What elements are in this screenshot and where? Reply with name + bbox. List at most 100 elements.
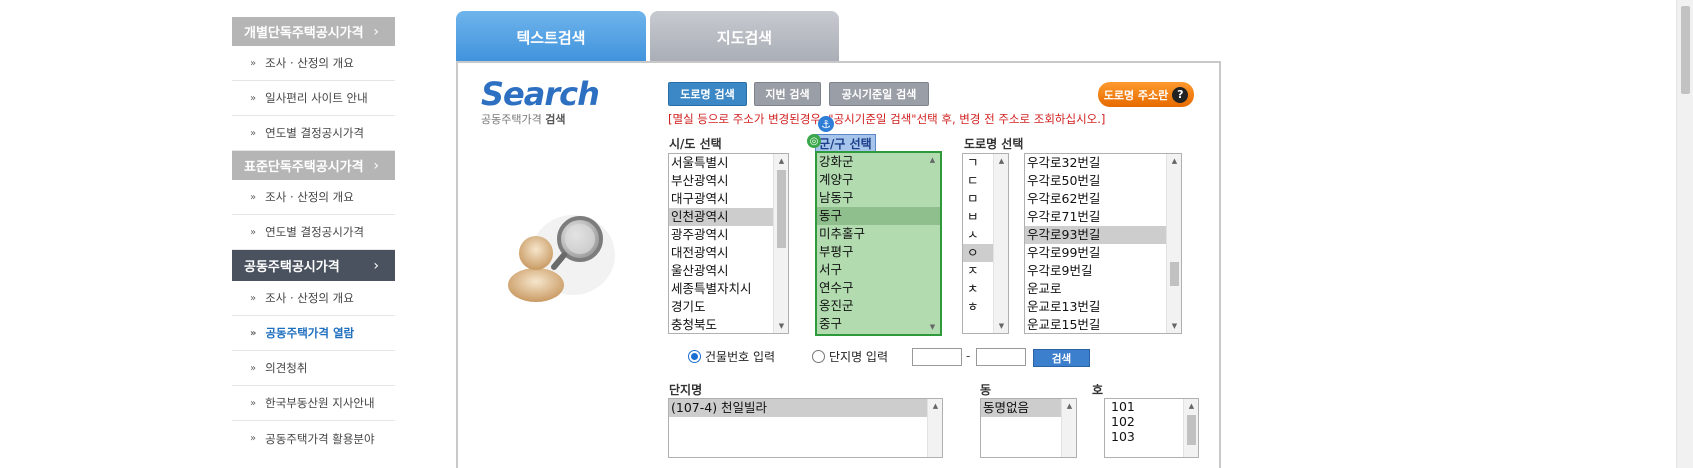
date-search-button[interactable]: 공시기준일 검색 (829, 82, 929, 106)
scroll-up-icon[interactable]: ▲ (774, 154, 788, 168)
sidebar-item-survey-overview[interactable]: » 조사 · 산정의 개요 (232, 281, 395, 316)
scroll-up-icon[interactable]: ▲ (1167, 154, 1181, 168)
scroll-down-icon[interactable]: ▼ (774, 319, 788, 333)
scroll-down-icon[interactable]: ▼ (925, 320, 940, 334)
dong-select[interactable]: 동명없음 ▲ (980, 398, 1077, 458)
bullet-icon: » (250, 57, 257, 69)
sidebar-section-standard-house[interactable]: 표준단독주택공시가격 › (232, 151, 395, 180)
sido-option[interactable]: 세종특별자치시 (669, 280, 788, 298)
sidebar-section-title: 공동주택공시가격 (244, 260, 340, 275)
road-option-selected[interactable]: 우각로93번길 (1025, 226, 1181, 244)
road-option[interactable]: 운교로13번길 (1025, 298, 1181, 316)
sidebar-section-apartment[interactable]: 공동주택공시가격 › (232, 250, 395, 281)
sido-option[interactable]: 대구광역시 (669, 190, 788, 208)
sidebar-item-apartment-price-view[interactable]: » 공동주택가격 열람 (232, 316, 395, 351)
road-select[interactable]: 우각로32번길 우각로50번길 우각로62번길 우각로71번길 우각로93번길 … (1024, 153, 1182, 334)
scroll-up-icon[interactable]: ▲ (1184, 399, 1198, 413)
sido-option[interactable]: 서울특별시 (669, 154, 788, 172)
danji-select[interactable]: (107-4) 천일빌라 ▲ (668, 398, 943, 458)
danji-option-selected[interactable]: (107-4) 천일빌라 (669, 399, 942, 417)
scrollbar[interactable]: ▲ ▼ (925, 153, 940, 334)
search-button[interactable]: 검색 (1033, 349, 1090, 367)
road-address-button[interactable]: 도로명 주소란 ? (1098, 82, 1194, 107)
tab-map-search[interactable]: 지도검색 (650, 11, 839, 63)
gungu-option[interactable]: 옹진군 (817, 297, 940, 315)
scrollbar[interactable]: ▲ ▼ (993, 154, 1008, 333)
brand-title: Search (481, 75, 600, 113)
sidebar-item-label: 의견청취 (265, 361, 308, 375)
sidebar-item-yearly-price[interactable]: » 연도별 결정공시가격 (232, 116, 395, 151)
road-option[interactable]: 우각로9번길 (1025, 262, 1181, 280)
gungu-select[interactable]: 강화군 계양구 남동구 동구 미추홀구 부평구 서구 연수구 옹진군 중구 ▲ … (815, 151, 942, 336)
scroll-up-icon[interactable]: ▲ (994, 154, 1008, 168)
sido-select[interactable]: 서울특별시 부산광역시 대구광역시 인천광역시 광주광역시 대전광역시 울산광역… (668, 153, 789, 334)
sidebar-item-branch-info[interactable]: » 한국부동산원 지사안내 (232, 386, 395, 421)
sido-option[interactable]: 충청북도 (669, 316, 788, 333)
road-option[interactable]: 우각로32번길 (1025, 154, 1181, 172)
sidebar-item-opinion[interactable]: » 의견청취 (232, 351, 395, 386)
scroll-down-icon[interactable]: ▼ (1167, 319, 1181, 333)
scroll-up-icon[interactable]: ▲ (928, 399, 942, 413)
building-sub-no-input[interactable] (976, 348, 1026, 366)
sidebar-item-survey-overview[interactable]: » 조사 · 산정의 개요 (232, 46, 395, 81)
chevron-right-icon: › (373, 23, 379, 40)
sido-option[interactable]: 경기도 (669, 298, 788, 316)
scroll-up-icon[interactable]: ▲ (1062, 399, 1076, 413)
sido-option[interactable]: 광주광역시 (669, 226, 788, 244)
target-icon: ◎ (807, 134, 821, 148)
sido-option[interactable]: 부산광역시 (669, 172, 788, 190)
sido-option[interactable]: 울산광역시 (669, 262, 788, 280)
road-option[interactable]: 운교로 (1025, 280, 1181, 298)
sidebar-item-ilsa-site[interactable]: » 일사편리 사이트 안내 (232, 81, 395, 116)
radio-unchecked[interactable] (812, 350, 825, 363)
gungu-option[interactable]: 연수구 (817, 279, 940, 297)
consonant-select[interactable]: ㄱ ㄷ ㅁ ㅂ ㅅ ㅇ ㅈ ㅊ ㅎ ▲ ▼ (962, 153, 1009, 334)
road-option[interactable]: 우각로71번길 (1025, 208, 1181, 226)
sidebar: 개별단독주택공시가격 › » 조사 · 산정의 개요 » 일사편리 사이트 안내… (232, 0, 395, 456)
complex-name-radio[interactable]: 단지명 입력 (812, 348, 888, 365)
scrollbar[interactable]: ▲ (1061, 399, 1076, 457)
scroll-up-icon[interactable]: ▲ (925, 153, 940, 167)
page-scrollbar[interactable] (1676, 0, 1693, 468)
scrollbar[interactable]: ▲ ▼ (773, 154, 788, 333)
sidebar-item-usage[interactable]: » 공동주택가격 활용분야 (232, 421, 395, 456)
ho-select[interactable]: 101 102 103 ▲ (1104, 398, 1199, 458)
page-scroll-thumb[interactable] (1681, 6, 1690, 94)
scrollbar[interactable]: ▲ (927, 399, 942, 457)
tab-text-search[interactable]: 텍스트검색 (456, 11, 646, 63)
gungu-option-selected[interactable]: 동구 (817, 207, 940, 225)
scroll-down-icon[interactable]: ▼ (994, 319, 1008, 333)
gungu-option[interactable]: 남동구 (817, 189, 940, 207)
help-icon: ? (1172, 86, 1189, 103)
jibun-search-button[interactable]: 지번 검색 (754, 82, 821, 106)
road-option[interactable]: 우각로62번길 (1025, 190, 1181, 208)
scroll-thumb[interactable] (1187, 415, 1196, 445)
radio-checked[interactable] (688, 350, 701, 363)
sidebar-item-survey-overview[interactable]: » 조사 · 산정의 개요 (232, 180, 395, 215)
building-no-radio[interactable]: 건물번호 입력 (688, 348, 775, 365)
scroll-thumb[interactable] (777, 170, 786, 248)
sido-option-selected[interactable]: 인천광역시 (669, 208, 788, 226)
gungu-option[interactable]: 서구 (817, 261, 940, 279)
sidebar-section-individual-house[interactable]: 개별단독주택공시가격 › (232, 17, 395, 46)
gungu-option[interactable]: 중구 (817, 315, 940, 333)
gungu-option[interactable]: 미추홀구 (817, 225, 940, 243)
bullet-icon: » (250, 362, 257, 374)
sido-option[interactable]: 대전광역시 (669, 244, 788, 262)
scroll-thumb[interactable] (1170, 262, 1179, 286)
scrollbar[interactable]: ▲ ▼ (1166, 154, 1181, 333)
road-option[interactable]: 운교로15번길 (1025, 316, 1181, 333)
road-option[interactable]: 우각로99번길 (1025, 244, 1181, 262)
dash-separator: - (966, 349, 971, 363)
sidebar-item-yearly-price[interactable]: » 연도별 결정공시가격 (232, 215, 395, 250)
building-main-no-input[interactable] (912, 348, 962, 366)
scrollbar[interactable]: ▲ (1183, 399, 1198, 457)
sidebar-item-label: 조사 · 산정의 개요 (265, 190, 354, 204)
road-search-button[interactable]: 도로명 검색 (668, 82, 747, 106)
road-option[interactable]: 우각로50번길 (1025, 172, 1181, 190)
sidebar-item-label: 일사편리 사이트 안내 (265, 91, 368, 105)
gungu-option[interactable]: 강화군 (817, 153, 940, 171)
search-panel: Search 공동주택가격 검색 도로명 검색 지번 검색 공시기준일 검색 도… (456, 61, 1221, 468)
gungu-option[interactable]: 계양구 (817, 171, 940, 189)
gungu-option[interactable]: 부평구 (817, 243, 940, 261)
